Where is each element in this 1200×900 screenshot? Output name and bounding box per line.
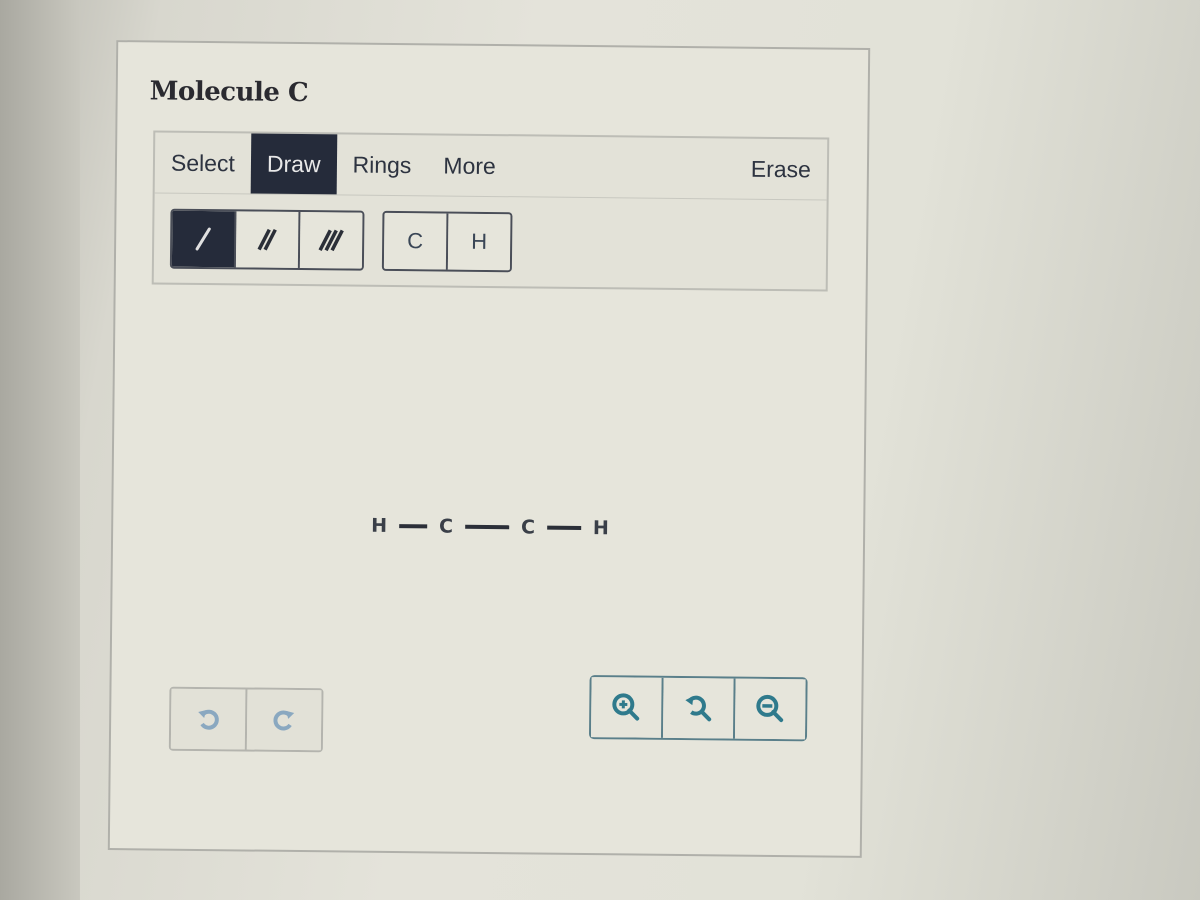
- single-bond-icon: [195, 227, 211, 251]
- undo-button[interactable]: [170, 688, 248, 750]
- editor-toolbar: Select Draw Rings More Erase C H: [151, 130, 830, 292]
- zoom-controls: [588, 675, 808, 742]
- history-controls: [168, 686, 324, 753]
- erase-button[interactable]: Erase: [735, 139, 828, 200]
- panel-title: Molecule C: [149, 76, 309, 109]
- zoom-out-icon: [756, 694, 784, 723]
- atom-h[interactable]: H: [593, 517, 609, 539]
- bond[interactable]: [399, 524, 428, 529]
- zoom-reset-button[interactable]: [662, 677, 736, 739]
- zoom-in-icon: [612, 693, 640, 721]
- triple-bond-icon: [318, 229, 344, 252]
- atom-h[interactable]: H: [371, 515, 387, 537]
- drawing-canvas[interactable]: H C C H: [148, 302, 828, 679]
- background-edge: [0, 0, 80, 900]
- atom-c[interactable]: C: [521, 516, 535, 538]
- zoom-in-button[interactable]: [590, 677, 664, 738]
- tab-rings[interactable]: Rings: [336, 134, 427, 195]
- molecule-editor-panel: Molecule C Select Draw Rings More Erase: [107, 40, 871, 858]
- tab-select[interactable]: Select: [155, 132, 252, 193]
- undo-icon: [198, 709, 219, 730]
- tab-draw[interactable]: Draw: [250, 133, 337, 195]
- zoom-reset-icon: [685, 695, 712, 722]
- zoom-out-button[interactable]: [734, 678, 806, 740]
- redo-button[interactable]: [246, 689, 322, 751]
- tab-more[interactable]: More: [427, 135, 512, 196]
- atom-h-button[interactable]: H: [447, 213, 511, 271]
- double-bond-button[interactable]: [235, 211, 301, 269]
- bond[interactable]: [465, 524, 510, 530]
- bond-tool-group: [169, 208, 365, 271]
- toolbar-tabs: Select Draw Rings More Erase: [154, 132, 828, 201]
- single-bond-button[interactable]: [171, 210, 237, 268]
- redo-icon: [273, 710, 295, 731]
- draw-tools: C H: [169, 208, 513, 273]
- triple-bond-button[interactable]: [299, 212, 363, 269]
- molecule-structure: H C C H: [371, 515, 609, 539]
- double-bond-icon: [257, 228, 277, 251]
- atom-c-button[interactable]: C: [383, 212, 449, 270]
- atom-c[interactable]: C: [439, 515, 453, 537]
- bond[interactable]: [546, 525, 582, 530]
- atom-tool-group: C H: [381, 210, 513, 273]
